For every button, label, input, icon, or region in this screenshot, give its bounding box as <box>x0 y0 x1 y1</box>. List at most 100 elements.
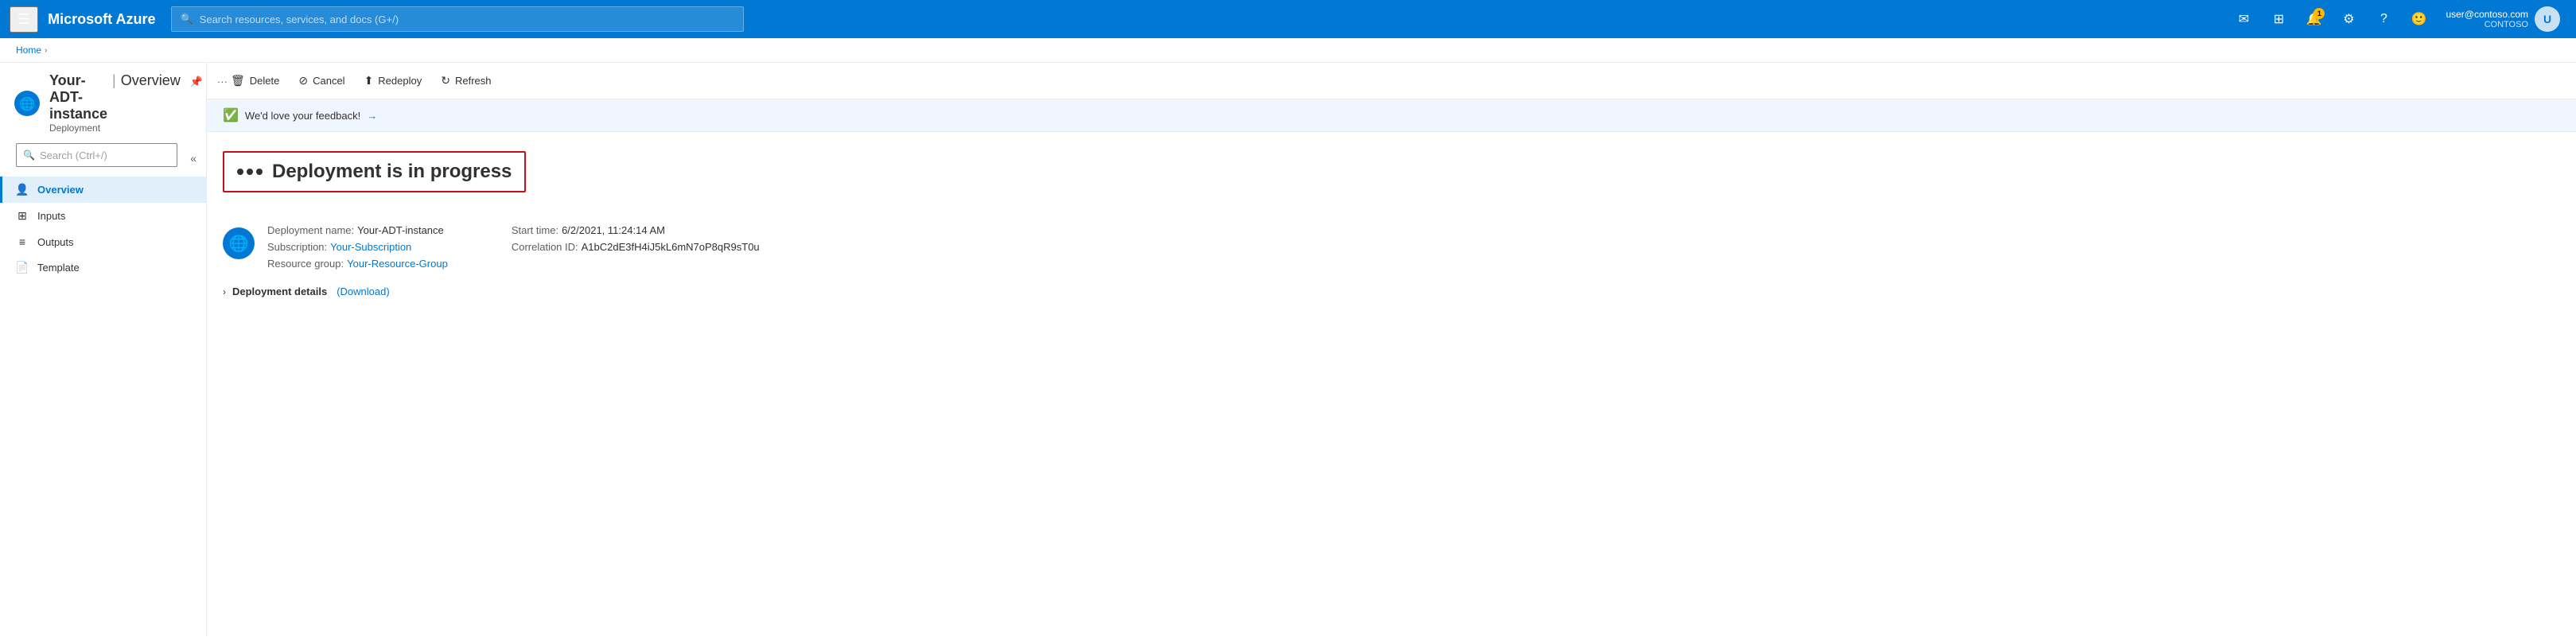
correlation-value: A1bC2dE3fH4iJ5kL6mN7oP8qR9sT0u <box>582 241 760 253</box>
feedback-arrow-icon: → <box>367 110 377 122</box>
user-org: CONTOSO <box>2446 20 2528 29</box>
adt-resource-icon: 🌐 <box>13 89 41 118</box>
sidebar-search-icon: 🔍 <box>23 150 35 161</box>
cancel-icon: ⊘ <box>298 74 308 87</box>
cancel-button[interactable]: ⊘ Cancel <box>290 69 352 92</box>
portal-icon-button[interactable]: ⊞ <box>2264 5 2293 33</box>
resource-group-value[interactable]: Your-Resource-Group <box>347 258 448 270</box>
breadcrumb: Home › <box>0 38 2576 63</box>
notification-badge: 1 <box>2313 8 2325 19</box>
page-subtitle: Deployment <box>49 122 232 134</box>
breadcrumb-separator: › <box>45 46 47 55</box>
svg-text:🌐: 🌐 <box>19 96 35 111</box>
toolbar: 🗑 Delete ⊘ Cancel ⬆ Redeploy ↻ Refresh <box>207 63 2576 99</box>
start-time-line: Start time: 6/2/2021, 11:24:14 AM <box>512 224 760 236</box>
dot-1 <box>237 169 243 175</box>
notifications-button[interactable]: 🔔 1 <box>2299 5 2328 33</box>
sidebar-search-box[interactable]: 🔍 <box>16 143 177 167</box>
deployment-spinner-icon: 🌐 <box>223 227 255 259</box>
deployment-info-left: Deployment name: Your-ADT-instance Subsc… <box>267 224 448 270</box>
delete-icon: 🗑 <box>231 74 245 87</box>
feedback-text: We'd love your feedback! <box>245 110 360 122</box>
sidebar-search-input[interactable] <box>40 150 170 161</box>
download-link[interactable]: (Download) <box>337 285 389 297</box>
user-info: user@contoso.com CONTOSO <box>2446 9 2528 29</box>
sidebar-collapse-button[interactable]: « <box>187 149 200 168</box>
status-dots <box>237 169 263 175</box>
subscription-label: Subscription: <box>267 241 327 253</box>
pin-button[interactable]: 📌 <box>185 72 208 91</box>
overview-icon: 👤 <box>15 183 29 196</box>
sidebar-item-overview-label: Overview <box>37 184 84 196</box>
deployment-info-row: 🌐 Deployment name: Your-ADT-instance Sub… <box>223 224 2560 270</box>
dot-3 <box>256 169 263 175</box>
sidebar-item-inputs[interactable]: ⊞ Inputs <box>0 203 206 229</box>
help-icon: ? <box>2380 12 2387 26</box>
chevron-down-icon: › <box>223 286 226 297</box>
resource-group-label: Resource group: <box>267 258 344 270</box>
cancel-label: Cancel <box>313 75 344 87</box>
sidebar-item-overview[interactable]: 👤 Overview <box>0 177 206 203</box>
smiley-icon: 🙂 <box>2411 11 2426 27</box>
refresh-button[interactable]: ↻ Refresh <box>433 69 499 92</box>
sidebar-item-template[interactable]: 📄 Template <box>0 254 206 281</box>
sidebar-item-template-label: Template <box>37 262 80 274</box>
main-layout: 🌐 Your-ADT-instance | Overview 📌 ··· Dep… <box>0 63 2576 636</box>
deployment-info-right: Start time: 6/2/2021, 11:24:14 AM Correl… <box>512 224 760 253</box>
deployment-status-box: Deployment is in progress <box>223 151 526 192</box>
redeploy-icon: ⬆ <box>364 74 374 87</box>
redeploy-button[interactable]: ⬆ Redeploy <box>356 69 430 92</box>
global-search-box[interactable]: 🔍 <box>171 6 744 32</box>
page-section: Overview <box>121 72 181 89</box>
hamburger-menu-button[interactable]: ☰ <box>10 6 38 33</box>
hamburger-icon: ☰ <box>18 11 30 27</box>
help-button[interactable]: ? <box>2369 5 2398 33</box>
main-content: 🗑 Delete ⊘ Cancel ⬆ Redeploy ↻ Refresh ✅… <box>207 63 2576 636</box>
subscription-value[interactable]: Your-Subscription <box>330 241 411 253</box>
deployment-details-row[interactable]: › Deployment details (Download) <box>223 285 2560 297</box>
start-time-value: 6/2/2021, 11:24:14 AM <box>562 224 665 236</box>
dot-2 <box>247 169 253 175</box>
settings-icon: ⚙ <box>2343 11 2354 27</box>
deployment-details-label: Deployment details <box>232 285 327 297</box>
user-email: user@contoso.com <box>2446 9 2528 20</box>
template-icon: 📄 <box>15 261 29 274</box>
deployment-name-value: Your-ADT-instance <box>357 224 444 236</box>
portal-icon: ⊞ <box>2274 11 2284 27</box>
deployment-status-text: Deployment is in progress <box>272 161 512 183</box>
user-menu[interactable]: user@contoso.com CONTOSO U <box>2439 3 2566 35</box>
page-title-area: 🌐 Your-ADT-instance | Overview 📌 ··· Dep… <box>0 63 206 134</box>
search-icon: 🔍 <box>180 13 193 25</box>
topbar-icons: ✉ ⊞ 🔔 1 ⚙ ? 🙂 user@contoso.com CONTOSO U <box>2229 3 2566 35</box>
sidebar-item-outputs[interactable]: ≡ Outputs <box>0 229 206 254</box>
feedback-checkmark-icon: ✅ <box>223 107 239 123</box>
sidebar-item-inputs-label: Inputs <box>37 210 65 222</box>
title-separator: | <box>112 72 116 89</box>
start-time-label: Start time: <box>512 224 558 236</box>
topbar: ☰ Microsoft Azure 🔍 ✉ ⊞ 🔔 1 ⚙ ? 🙂 user@c… <box>0 0 2576 38</box>
sidebar-nav: 👤 Overview ⊞ Inputs ≡ Outputs 📄 Template <box>0 177 206 636</box>
outputs-icon: ≡ <box>15 235 29 248</box>
delete-button[interactable]: 🗑 Delete <box>223 69 287 92</box>
feedback-bar[interactable]: ✅ We'd love your feedback! → <box>207 99 2576 132</box>
email-icon: ✉ <box>2239 11 2249 27</box>
feedback-button[interactable]: 🙂 <box>2404 5 2433 33</box>
resource-name: Your-ADT-instance <box>49 72 107 122</box>
deployment-name-line: Deployment name: Your-ADT-instance <box>267 224 448 236</box>
inputs-icon: ⊞ <box>15 209 29 223</box>
refresh-label: Refresh <box>455 75 492 87</box>
deployment-section: Deployment is in progress 🌐 Deployment n… <box>207 132 2576 317</box>
settings-button[interactable]: ⚙ <box>2334 5 2363 33</box>
correlation-label: Correlation ID: <box>512 241 578 253</box>
sidebar-item-outputs-label: Outputs <box>37 236 74 248</box>
breadcrumb-home[interactable]: Home <box>16 45 41 56</box>
subscription-line: Subscription: Your-Subscription <box>267 241 448 253</box>
resource-group-line: Resource group: Your-Resource-Group <box>267 258 448 270</box>
deployment-name-label: Deployment name: <box>267 224 354 236</box>
refresh-icon: ↻ <box>441 74 450 87</box>
page-title-group: Your-ADT-instance | Overview 📌 ··· Deplo… <box>49 72 232 134</box>
redeploy-label: Redeploy <box>378 75 422 87</box>
global-search-input[interactable] <box>200 14 736 25</box>
email-icon-button[interactable]: ✉ <box>2229 5 2258 33</box>
sidebar: 🌐 Your-ADT-instance | Overview 📌 ··· Dep… <box>0 63 207 636</box>
